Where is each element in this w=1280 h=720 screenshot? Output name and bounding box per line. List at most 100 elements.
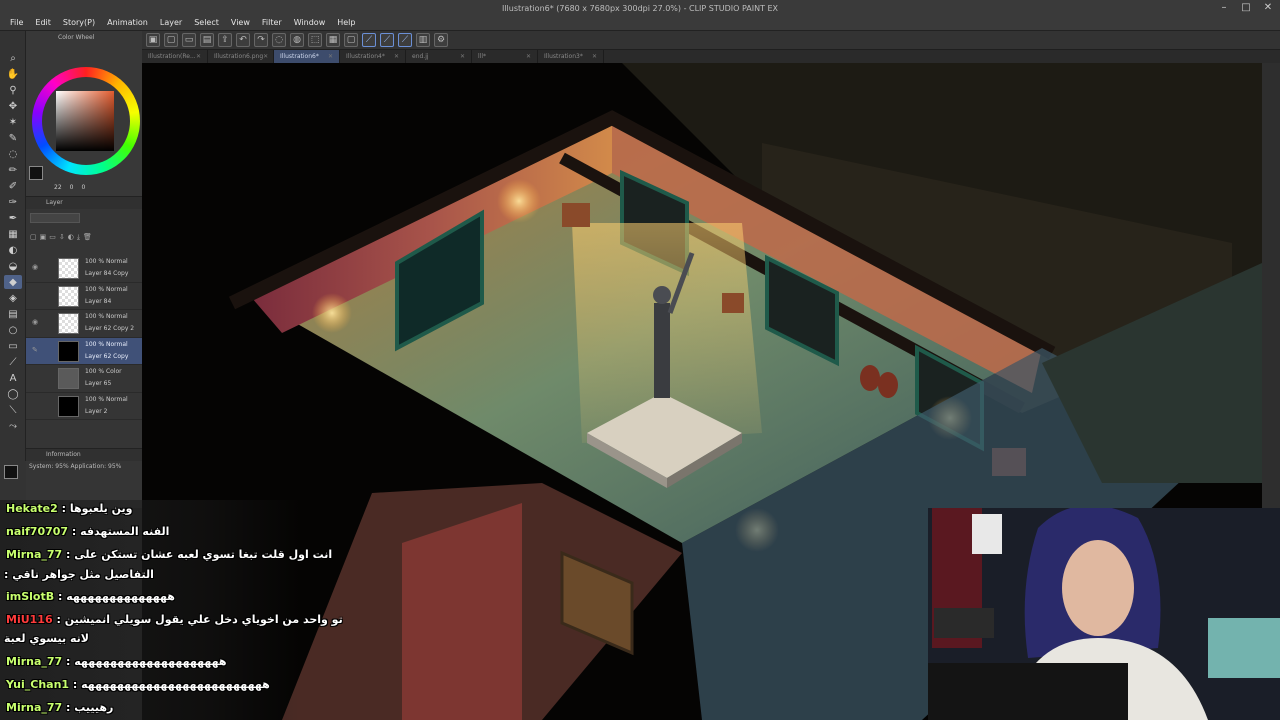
minimize-button[interactable]: –: [1218, 2, 1230, 13]
ruler-icon[interactable]: ▥: [416, 33, 430, 47]
close-button[interactable]: ✕: [1262, 2, 1274, 13]
menu-edit[interactable]: Edit: [29, 16, 57, 30]
pencil-tool-icon[interactable]: ✏: [4, 163, 22, 177]
text-tool-icon[interactable]: A: [4, 371, 22, 385]
tab-document[interactable]: Illustration(Re... ✕: [142, 50, 208, 63]
menu-animation[interactable]: Animation: [101, 16, 154, 30]
chat-message: Mirna_77 : انت اول قلت تبغا تسوي لعبه عش…: [6, 548, 332, 561]
tab-document-active[interactable]: Illustration6* ✕: [274, 50, 340, 63]
menu-help[interactable]: Help: [331, 16, 361, 30]
airbrush-tool-icon[interactable]: ✑: [4, 195, 22, 209]
layer-row[interactable]: ◉ 100 % Normal Layer 84 Copy: [26, 255, 142, 283]
hand-tool-icon[interactable]: ✋: [4, 67, 22, 81]
layer-blend-mode: 100 % Normal: [85, 313, 128, 320]
blend-tool-icon[interactable]: ◐: [4, 243, 22, 257]
balloon-tool-icon[interactable]: ◯: [4, 387, 22, 401]
layer-row[interactable]: ◉ 100 % Normal Layer 62 Copy 2: [26, 310, 142, 338]
crop-icon[interactable]: ▦: [326, 33, 340, 47]
chat-message: imSlotB : ههههههههههههههه: [6, 590, 175, 603]
new-folder-icon[interactable]: ▭: [49, 233, 56, 243]
menu-filter[interactable]: Filter: [256, 16, 288, 30]
tab-document[interactable]: end.jj ✕: [406, 50, 472, 63]
blend-mode-dropdown[interactable]: [30, 213, 80, 223]
eyedropper-tool-icon[interactable]: ⚲: [4, 83, 22, 97]
fill-icon[interactable]: ◍: [290, 33, 304, 47]
close-tab-icon[interactable]: ✕: [526, 50, 531, 63]
menu-file[interactable]: File: [4, 16, 29, 30]
chat-separator: :: [54, 590, 67, 603]
pen-stabilizer-icon[interactable]: ⟋: [362, 33, 376, 47]
mask-icon[interactable]: ◐: [68, 233, 74, 243]
main-color-swatch[interactable]: [29, 166, 43, 180]
merge-icon[interactable]: ⇩: [59, 233, 65, 243]
pen-pressure-icon[interactable]: ⟋: [380, 33, 394, 47]
eraser-tool-icon[interactable]: ◆: [4, 275, 22, 289]
visibility-eye-icon[interactable]: ◉: [32, 318, 38, 326]
pen-tool-icon[interactable]: ✎: [4, 131, 22, 145]
close-tab-icon[interactable]: ✕: [263, 50, 268, 63]
clip-icon[interactable]: ⤓: [77, 233, 80, 243]
open-folder-icon[interactable]: ▭: [182, 33, 196, 47]
save-icon[interactable]: ▤: [200, 33, 214, 47]
move-tool-icon[interactable]: ✥: [4, 99, 22, 113]
app-icon[interactable]: ▣: [146, 33, 160, 47]
ruler-tool-icon[interactable]: ⟋: [4, 355, 22, 369]
layer-row[interactable]: 100 % Normal Layer 2: [26, 393, 142, 420]
wand-tool-icon[interactable]: ✶: [4, 115, 22, 129]
maximize-button[interactable]: □: [1240, 2, 1252, 13]
tab-document[interactable]: Illustration4* ✕: [340, 50, 406, 63]
menu-bar: File Edit Story(P) Animation Layer Selec…: [4, 16, 361, 30]
gradient-tool-icon[interactable]: ▤: [4, 307, 22, 321]
chat-separator: :: [52, 613, 65, 626]
close-tab-icon[interactable]: ✕: [328, 50, 333, 63]
settings-icon[interactable]: ⚙: [434, 33, 448, 47]
drawing-tablet: [928, 663, 1128, 720]
close-tab-icon[interactable]: ✕: [592, 50, 597, 63]
close-tab-icon[interactable]: ✕: [394, 50, 399, 63]
undo-icon[interactable]: ↶: [236, 33, 250, 47]
menu-layer[interactable]: Layer: [154, 16, 188, 30]
smudge-tool-icon[interactable]: ◒: [4, 259, 22, 273]
menu-story[interactable]: Story(P): [57, 16, 101, 30]
brush-tool-icon[interactable]: ✐: [4, 179, 22, 193]
redo-icon[interactable]: ↷: [254, 33, 268, 47]
clear-icon[interactable]: ◌: [272, 33, 286, 47]
layer-row[interactable]: 100 % Normal Layer 84: [26, 283, 142, 310]
line-tool-icon[interactable]: ⟍: [4, 403, 22, 417]
shape-tool-icon[interactable]: ○: [4, 323, 22, 337]
frame-tool-icon[interactable]: ▭: [4, 339, 22, 353]
visibility-eye-icon[interactable]: ◉: [32, 263, 38, 271]
grid-tool-icon[interactable]: ▦: [4, 227, 22, 241]
menu-select[interactable]: Select: [188, 16, 225, 30]
layer-blend-mode: 100 % Normal: [85, 340, 128, 348]
delete-layer-icon[interactable]: 🗑: [83, 233, 92, 243]
fill-tool-icon[interactable]: ◈: [4, 291, 22, 305]
new-file-icon[interactable]: ▢: [164, 33, 178, 47]
new-vector-layer-icon[interactable]: ▣: [40, 233, 47, 243]
close-tab-icon[interactable]: ✕: [196, 50, 201, 63]
new-layer-icon[interactable]: ▢: [30, 233, 37, 243]
chat-username: Mirna_77: [6, 655, 63, 668]
correct-line-tool-icon[interactable]: ⤳: [4, 419, 22, 433]
color-swatch-icon[interactable]: [4, 465, 18, 479]
menu-window[interactable]: Window: [288, 16, 332, 30]
close-tab-icon[interactable]: ✕: [460, 50, 465, 63]
layer-name: Layer 2: [85, 407, 108, 415]
deselect-icon[interactable]: ▢: [344, 33, 358, 47]
layer-row[interactable]: 100 % Color Layer 65: [26, 365, 142, 393]
transform-icon[interactable]: ⬚: [308, 33, 322, 47]
chat-message: لانه بيسوي لعبة: [4, 632, 89, 645]
zoom-tool-icon[interactable]: ⌕: [4, 51, 22, 65]
saturation-value-square[interactable]: [56, 91, 114, 151]
tab-document[interactable]: Illustration3* ✕: [538, 50, 604, 63]
layer-thumbnail: [58, 285, 79, 307]
menu-view[interactable]: View: [225, 16, 256, 30]
pen-snap-icon[interactable]: ⟋: [398, 33, 412, 47]
decoration-tool-icon[interactable]: ✒: [4, 211, 22, 225]
chat-message: Hekate2 : وين يلعبوها: [6, 502, 133, 515]
lasso-tool-icon[interactable]: ◌: [4, 147, 22, 161]
export-icon[interactable]: ⇪: [218, 33, 232, 47]
layer-row-selected[interactable]: ✎ 100 % Normal Layer 62 Copy: [26, 337, 142, 365]
tab-document[interactable]: Illustration6.png ✕: [208, 50, 274, 63]
tab-document[interactable]: lll* ✕: [472, 50, 538, 63]
